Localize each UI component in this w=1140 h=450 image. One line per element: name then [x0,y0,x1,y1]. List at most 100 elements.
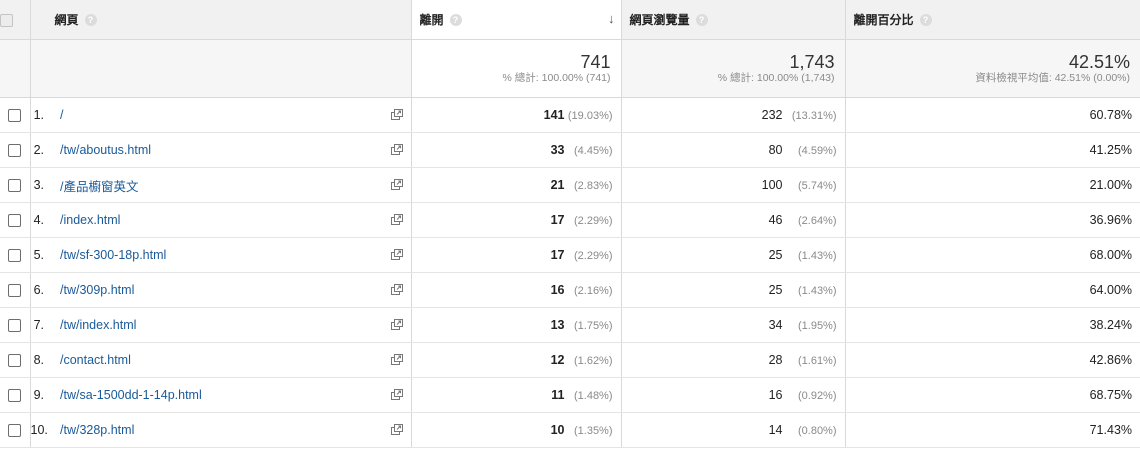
column-header-page[interactable]: 網頁? [30,0,412,40]
row-page-link[interactable]: /產品櫥窗英文 [60,180,138,194]
row-checkbox[interactable] [8,214,22,228]
row-exit-rate-value: 38.24% [1089,318,1133,332]
row-page-cell: /tw/309p.html [60,272,412,308]
row-page-link[interactable]: /tw/sa-1500dd-1-14p.html [60,388,202,402]
help-icon[interactable]: ? [695,14,708,26]
row-checkbox[interactable] [8,284,22,298]
row-exit-rate-value: 60.78% [1089,108,1133,122]
column-header-page-label: 網頁 [54,13,79,27]
row-page-link[interactable]: /tw/sf-300-18p.html [60,248,166,262]
row-exit-rate-cell: 71.43% [844,412,1140,448]
row-exits-cell: 141 (19.03%) [410,97,622,133]
row-exits-cell: 21 (2.83%) [410,167,622,203]
row-exit-rate-cell: 38.24% [844,307,1140,343]
row-pageviews-cell: 80 (4.59%) [620,132,846,168]
row-exit-rate-cell: 36.96% [844,202,1140,238]
row-page-cell: /tw/index.html [60,307,412,343]
sort-descending-arrow-icon[interactable]: ↓ [608,11,615,26]
row-exits-percent: (2.16%) [573,285,613,297]
table-row: 7. /tw/index.html 13 (1.75%) 34 (1.95%) 38… [0,307,1140,343]
row-exits-percent: (4.45%) [573,145,613,157]
row-checkbox[interactable] [8,179,22,193]
row-checkbox[interactable] [8,424,22,438]
external-link-icon[interactable] [390,389,403,400]
row-pageviews-value: 16 [768,388,783,402]
row-index: 2. [30,132,60,168]
row-page-link[interactable]: /tw/309p.html [60,283,134,297]
row-exits-cell: 11 (1.48%) [410,377,622,413]
totals-row: 741 % 總計: 100.00% (741) 1,743 % 總計: 100.… [0,39,1140,98]
help-icon[interactable]: ? [84,14,97,26]
row-checkbox-cell [0,202,31,238]
external-link-icon[interactable] [390,319,403,330]
row-exits-cell: 16 (2.16%) [410,272,622,308]
row-index: 10. [30,412,60,448]
column-header-exits[interactable]: 離開? ↓ [410,0,622,40]
help-icon[interactable]: ? [919,14,932,26]
report-table: 網頁? 離開? ↓ 網頁瀏覽量? 離開百分比? 741 % 總計: 100.00… [0,0,1140,448]
row-checkbox[interactable] [8,109,22,123]
external-link-icon[interactable] [390,109,403,120]
row-exit-rate-cell: 21.00% [844,167,1140,203]
row-checkbox-cell [0,342,31,378]
row-exits-value: 17 [550,248,565,262]
table-row: 8. /contact.html 12 (1.62%) 28 (1.61%) 42.… [0,342,1140,378]
row-index: 6. [30,272,60,308]
row-page-link[interactable]: /tw/aboutus.html [60,143,151,157]
table-row: 4. /index.html 17 (2.29%) 46 (2.64%) 36.96… [0,202,1140,238]
totals-pageviews: 1,743 % 總計: 100.00% (1,743) [620,39,846,98]
external-link-icon[interactable] [390,284,403,295]
table-row: 10. /tw/328p.html 10 (1.35%) 14 (0.80%) 71… [0,412,1140,448]
row-page-cell: / [60,97,412,133]
external-link-icon[interactable] [390,249,403,260]
row-pageviews-cell: 16 (0.92%) [620,377,846,413]
row-exits-value: 11 [551,388,565,402]
column-header-exits-label: 離開 [419,13,444,27]
row-checkbox[interactable] [8,389,22,403]
external-link-icon[interactable] [390,179,403,190]
row-exit-rate-value: 41.25% [1089,143,1133,157]
row-checkbox-cell [0,307,31,343]
row-exits-value: 141 [543,108,565,122]
row-pageviews-cell: 46 (2.64%) [620,202,846,238]
row-index: 8. [30,342,60,378]
row-exits-cell: 17 (2.29%) [410,237,622,273]
row-checkbox[interactable] [8,144,22,158]
external-link-icon[interactable] [390,424,403,435]
row-page-link[interactable]: /index.html [60,213,120,227]
column-header-exit-rate[interactable]: 離開百分比? [844,0,1140,40]
row-exits-percent: (1.62%) [573,355,613,367]
row-pageviews-value: 80 [768,143,783,157]
row-exits-percent: (2.29%) [573,250,613,262]
row-pageviews-value: 46 [768,213,783,227]
table-row: 5. /tw/sf-300-18p.html 17 (2.29%) 25 (1.43… [0,237,1140,273]
row-exit-rate-cell: 68.00% [844,237,1140,273]
totals-exit-rate: 42.51% 資料檢視平均值: 42.51% (0.00%) [844,39,1140,98]
row-exits-cell: 10 (1.35%) [410,412,622,448]
row-pageviews-percent: (0.92%) [797,390,837,402]
row-page-link[interactable]: /tw/328p.html [60,423,134,437]
row-checkbox[interactable] [8,354,22,368]
row-pageviews-percent: (1.43%) [797,250,837,262]
row-pageviews-percent: (2.64%) [797,215,837,227]
row-pageviews-cell: 34 (1.95%) [620,307,846,343]
external-link-icon[interactable] [390,354,403,365]
row-exits-percent: (2.29%) [573,215,613,227]
column-header-pageviews[interactable]: 網頁瀏覽量? [620,0,846,40]
row-page-link[interactable]: /contact.html [60,353,131,367]
row-checkbox[interactable] [8,319,22,333]
row-checkbox[interactable] [8,249,22,263]
select-all-checkbox[interactable] [0,13,13,27]
external-link-icon[interactable] [390,214,403,225]
table-row: 9. /tw/sa-1500dd-1-14p.html 11 (1.48%) 16… [0,377,1140,413]
external-link-icon[interactable] [390,144,403,155]
row-page-link[interactable]: /tw/index.html [60,318,136,332]
row-checkbox-cell [0,167,31,203]
row-exit-rate-value: 42.86% [1089,353,1133,367]
row-pageviews-cell: 25 (1.43%) [620,237,846,273]
help-icon[interactable]: ? [449,14,462,26]
row-exit-rate-value: 68.75% [1089,388,1133,402]
row-checkbox-cell [0,97,31,133]
row-exits-value: 13 [550,318,565,332]
row-page-link[interactable]: / [60,108,63,122]
